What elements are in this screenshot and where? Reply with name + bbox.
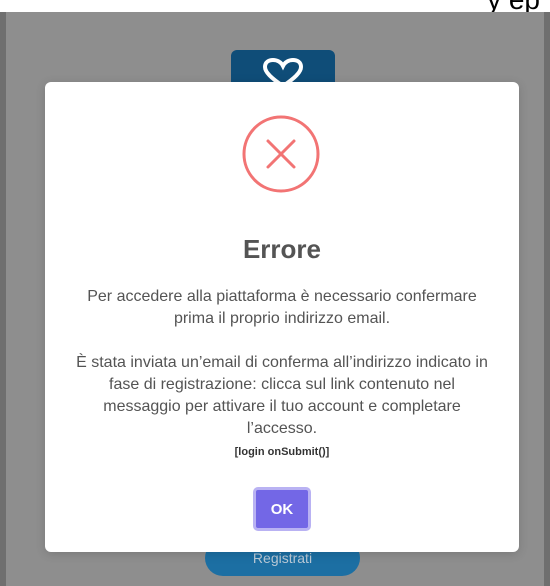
dialog-message-paragraph-2: È stata inviata un’email di conferma all… [76, 354, 488, 437]
error-x-icon [242, 115, 320, 193]
dialog-message: Per accedere alla piattaforma è necessar… [73, 286, 491, 440]
error-source-code: [login onSubmit()] [234, 446, 330, 458]
clipped-heading-text: y ep [487, 0, 540, 12]
dialog-message-paragraph-1: Per accedere alla piattaforma è necessar… [87, 288, 477, 327]
top-strip: y ep [0, 0, 550, 12]
right-edge [544, 12, 550, 586]
ok-button[interactable]: OK [253, 487, 311, 531]
left-edge [0, 12, 6, 586]
error-dialog: Errore Per accedere alla piattaforma è n… [45, 82, 519, 552]
dialog-title: Errore [242, 234, 322, 264]
